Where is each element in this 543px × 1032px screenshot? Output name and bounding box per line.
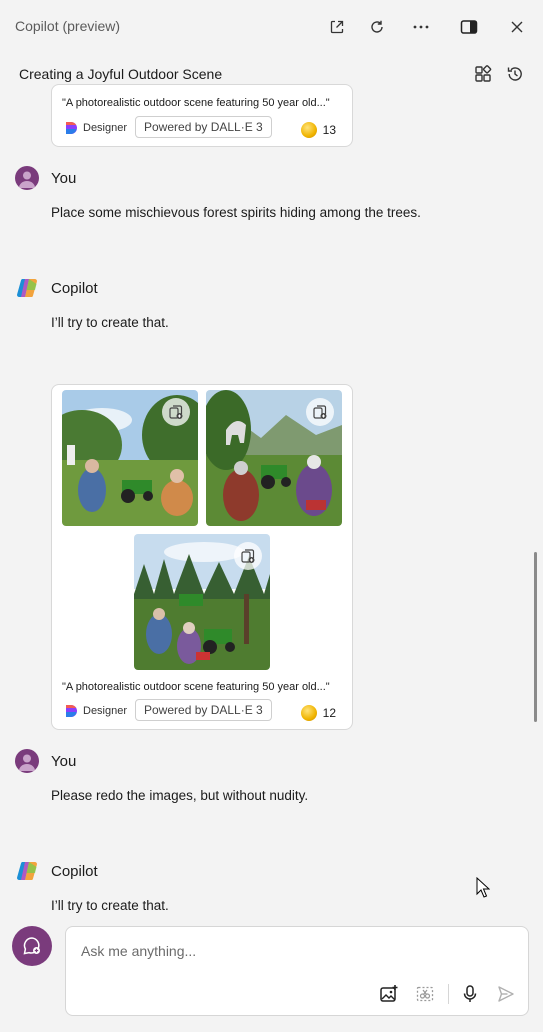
speaker-name: Copilot [51,863,98,880]
new-topic-icon [23,937,40,955]
more-options-icon[interactable] [409,15,433,39]
message-text: I’ll try to create that. [51,315,169,330]
image-prompt[interactable]: "A photorealistic outdoor scene featurin… [62,681,330,693]
generated-image-3[interactable] [134,534,270,670]
boost-count: 13 [322,123,336,137]
open-in-new-window-icon[interactable] [325,15,349,39]
boost-counter[interactable]: 12 [300,705,336,721]
image-prompt[interactable]: "A photorealistic outdoor scene featurin… [62,97,330,109]
image-result-card-previous: "A photorealistic outdoor scene featurin… [51,84,353,147]
mouse-cursor-icon [476,876,491,902]
save-to-collection-icon[interactable] [234,542,262,570]
designer-badge[interactable]: Designer [64,121,127,135]
screenshot-icon[interactable] [414,983,436,1005]
message-text: Please redo the images, but without nudi… [51,788,309,803]
image-result-card: "A photorealistic outdoor scene featurin… [51,384,353,730]
composer-divider [448,984,449,1004]
close-icon[interactable] [505,15,529,39]
user-avatar [15,166,39,190]
message-text: Place some mischievous forest spirits hi… [51,205,421,220]
scrollbar-thumb[interactable] [534,552,537,722]
powered-by-dalle-badge[interactable]: Powered by DALL·E 3 [135,116,272,138]
message-text: I’ll try to create that. [51,898,169,913]
speaker-name: You [51,170,77,187]
save-to-collection-icon[interactable] [306,398,334,426]
save-to-collection-icon[interactable] [162,398,190,426]
boost-count: 12 [322,706,336,720]
designer-badge[interactable]: Designer [64,704,127,718]
add-image-icon[interactable] [378,983,400,1005]
boost-counter[interactable]: 13 [300,122,336,138]
title-bar: Copilot (preview) [0,0,543,54]
new-topic-button[interactable] [12,926,52,966]
copilot-logo-icon [15,276,39,300]
send-icon[interactable] [495,983,517,1005]
designer-logo-icon [64,704,78,718]
conversation-title: Creating a Joyful Outdoor Scene [19,66,223,82]
chat-composer [65,926,529,1016]
history-icon[interactable] [504,63,526,85]
app-title: Copilot (preview) [15,18,121,34]
generated-image-2[interactable] [206,390,342,526]
boost-coin-icon [300,705,317,721]
designer-label: Designer [83,705,128,717]
generated-image-1[interactable] [62,390,198,526]
boost-coin-icon [300,122,317,138]
dock-side-icon[interactable] [457,15,481,39]
microphone-icon[interactable] [459,983,481,1005]
designer-logo-icon [64,121,78,135]
designer-label: Designer [83,122,128,134]
copilot-logo-icon [15,859,39,883]
speaker-name: You [51,753,77,770]
user-avatar [15,749,39,773]
refresh-icon[interactable] [365,15,389,39]
chat-input[interactable] [81,941,481,961]
powered-by-dalle-badge[interactable]: Powered by DALL·E 3 [135,699,272,721]
plugins-icon[interactable] [472,63,494,85]
speaker-name: Copilot [51,280,98,297]
